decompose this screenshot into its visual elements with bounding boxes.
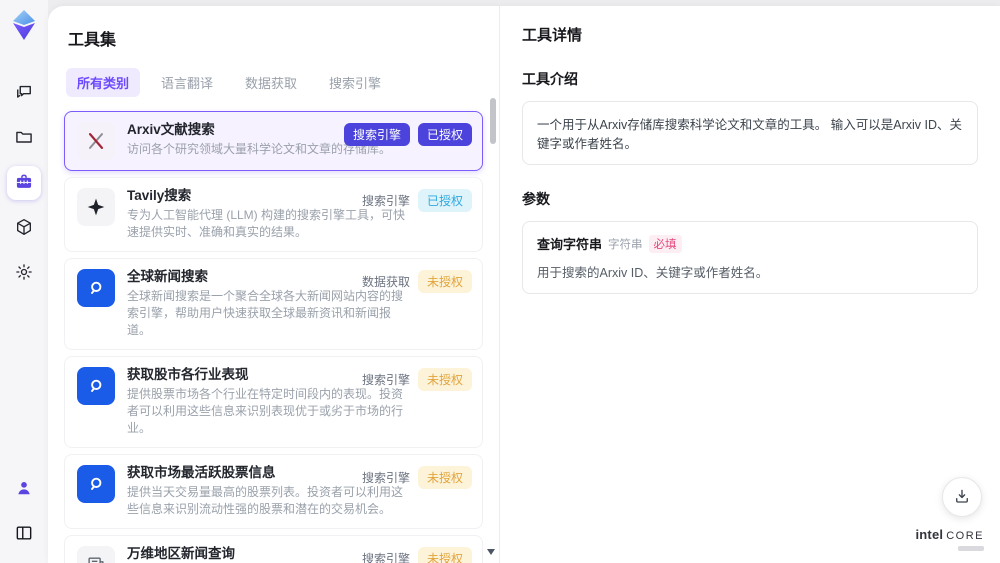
- param-name: 查询字符串: [537, 237, 603, 252]
- nav-cube-button[interactable]: [7, 211, 41, 245]
- tool-description: 提供当天交易量最高的股票列表。投资者可以利用这些信息来识别流动性强的股票和潜在的…: [127, 485, 404, 516]
- core-wordmark: CORE: [946, 530, 984, 542]
- tool-auth-badge: 未授权: [417, 547, 472, 563]
- tool-description: 提供股票市场各个行业在特定时间段内的表现。投资者可以利用这些信息来识别表现优于或…: [127, 387, 404, 435]
- tool-card[interactable]: 获取市场最活跃股票信息 提供当天交易量最高的股票列表。投资者可以利用这些信息来识…: [64, 454, 483, 529]
- toolbox-icon: [14, 172, 34, 195]
- tool-description: 全球新闻搜索是一个聚合全球各大新闻网站内容的搜索引擎，帮助用户快速获取全球最新资…: [127, 289, 404, 337]
- search-blue-icon: [77, 367, 115, 405]
- tavily-star-icon: [77, 188, 115, 226]
- tool-card[interactable]: Tavily搜索 专为人工智能代理 (LLM) 构建的搜索引擎工具，可快速提供实…: [64, 177, 483, 252]
- tool-description: 专为人工智能代理 (LLM) 构建的搜索引擎工具，可快速提供实时、准确和真实的结…: [127, 208, 406, 239]
- tool-card[interactable]: Arxiv文献搜索 访问各个研究领域大量科学论文和文章的存储库。 搜索引擎 已授…: [64, 111, 483, 171]
- tool-card[interactable]: 全球新闻搜索 全球新闻搜索是一个聚合全球各大新闻网站内容的搜索引擎，帮助用户快速…: [64, 258, 483, 350]
- tool-auth-badge: 未授权: [417, 368, 472, 391]
- tab-data[interactable]: 数据获取: [234, 68, 308, 97]
- tool-category-tag: 搜索引擎: [361, 471, 410, 485]
- intro-box: 一个用于从Arxiv存储库搜索科学论文和文章的工具。 输入可以是Arxiv ID…: [522, 101, 978, 165]
- param-description: 用于搜索的Arxiv ID、关键字或作者姓名。: [537, 266, 769, 280]
- intel-sub-badge: [958, 546, 984, 551]
- layout-panel-icon: [14, 523, 34, 546]
- user-icon: [14, 478, 34, 501]
- intel-core-logo: intel CORE: [915, 526, 984, 551]
- app-logo-icon: [8, 8, 40, 42]
- cube-icon: [14, 217, 34, 240]
- tool-category-tag: 搜索引擎: [361, 373, 410, 387]
- toolset-column: 工具集 所有类别 语言翻译 数据获取 搜索引擎 Arxiv文献搜索 访问各个研究领域大…: [48, 6, 500, 563]
- tool-category-tag: 搜索引擎: [361, 552, 410, 563]
- chat-icon: [14, 82, 34, 105]
- detail-title: 工具详情: [522, 27, 583, 44]
- tab-all[interactable]: 所有类别: [66, 68, 141, 97]
- param-box: 查询字符串 字符串 必填 用于搜索的Arxiv ID、关键字或作者姓名。: [522, 221, 978, 294]
- category-tabs: 所有类别 语言翻译 数据获取 搜索引擎: [66, 68, 483, 97]
- tool-auth-badge: 已授权: [417, 123, 472, 146]
- param-type: 字符串: [608, 238, 643, 251]
- search-blue-icon: [77, 269, 115, 307]
- nav-collapse-button[interactable]: [7, 517, 41, 551]
- tab-translation[interactable]: 语言翻译: [150, 68, 224, 97]
- nav-settings-button[interactable]: [7, 256, 41, 290]
- intro-section-title: 工具介绍: [522, 71, 578, 87]
- search-blue-icon: [77, 465, 115, 503]
- gear-icon: [14, 262, 34, 285]
- tool-auth-badge: 未授权: [417, 466, 472, 489]
- tool-detail-column: 工具详情 工具介绍 一个用于从Arxiv存储库搜索科学论文和文章的工具。 输入可…: [500, 6, 1000, 563]
- tool-category-tag: 搜索引擎: [361, 194, 410, 208]
- download-button[interactable]: [942, 477, 982, 517]
- tool-category-tag: 数据获取: [361, 275, 410, 289]
- app-sidebar: [0, 0, 48, 563]
- params-section-title: 参数: [522, 191, 550, 207]
- page-title: 工具集: [68, 32, 117, 49]
- scrollbar-thumb[interactable]: [490, 98, 496, 144]
- tab-search[interactable]: 搜索引擎: [318, 68, 392, 97]
- scroll-down-arrow-icon[interactable]: [487, 549, 495, 555]
- download-icon: [953, 487, 971, 508]
- tool-list: Arxiv文献搜索 访问各个研究领域大量科学论文和文章的存储库。 搜索引擎 已授…: [64, 111, 483, 563]
- tool-card[interactable]: 万维地区新闻查询 查询具体行政区划内的新闻，快速了解各地新闻动 搜索引擎 未授权: [64, 535, 483, 563]
- tool-auth-badge: 未授权: [417, 270, 472, 293]
- tool-auth-badge: 已授权: [417, 189, 472, 212]
- folder-icon: [14, 127, 34, 150]
- main-panel: 工具集 所有类别 语言翻译 数据获取 搜索引擎 Arxiv文献搜索 访问各个研究领域大…: [48, 6, 1000, 563]
- tool-category-tag: 搜索引擎: [343, 123, 410, 146]
- arxiv-icon: [77, 122, 115, 160]
- intro-text: 一个用于从Arxiv存储库搜索科学论文和文章的工具。 输入可以是Arxiv ID…: [537, 118, 963, 151]
- nav-toolbox-button[interactable]: [7, 166, 41, 200]
- intel-wordmark: intel: [915, 527, 944, 542]
- nav-user-button[interactable]: [7, 472, 41, 506]
- nav-chat-button[interactable]: [7, 76, 41, 110]
- newspaper-icon: [77, 546, 115, 563]
- nav-folder-button[interactable]: [7, 121, 41, 155]
- param-required-badge: 必填: [648, 234, 682, 253]
- tool-card[interactable]: 获取股市各行业表现 提供股票市场各个行业在特定时间段内的表现。投资者可以利用这些…: [64, 356, 483, 448]
